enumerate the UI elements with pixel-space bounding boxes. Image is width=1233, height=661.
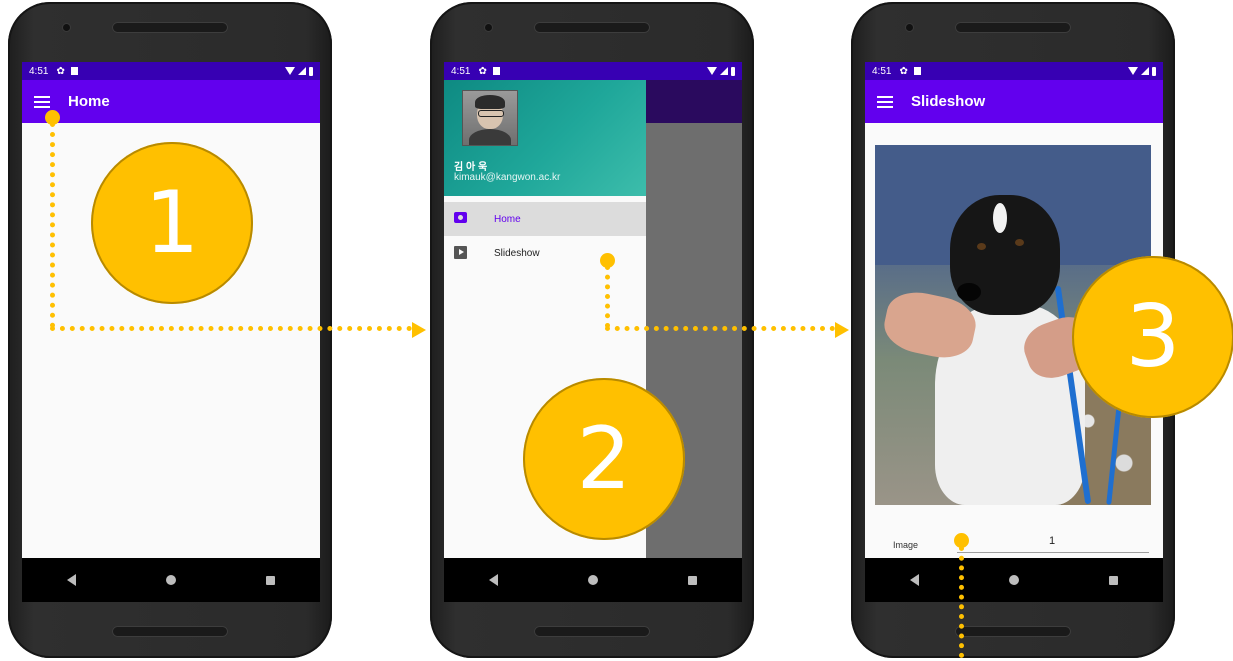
status-bar: 4:51 ✿: [865, 62, 1163, 80]
earpiece-speaker: [534, 22, 650, 33]
drawer-item-label: Home: [494, 213, 521, 225]
status-time: 4:51: [29, 65, 49, 77]
front-camera: [906, 24, 913, 31]
image-value[interactable]: 1: [1049, 535, 1055, 547]
step-1-number: 1: [144, 173, 200, 273]
drawer-item-home[interactable]: Home: [444, 202, 646, 236]
step-3-badge: 3: [1072, 256, 1233, 418]
system-nav-bar: [22, 558, 320, 602]
system-nav-bar: [444, 558, 742, 602]
hamburger-menu-icon[interactable]: [34, 95, 50, 108]
user-name: 김 아 욱: [454, 162, 488, 173]
step-3-number: 3: [1125, 287, 1181, 387]
page-title: Slideshow: [911, 93, 986, 110]
input-underline: [957, 552, 1149, 553]
user-email: kimauk@kangwon.ac.kr: [454, 172, 561, 183]
recents-icon[interactable]: [1109, 575, 1118, 585]
signal-icon: [298, 67, 306, 75]
step-1-badge: 1: [91, 142, 253, 304]
home-icon[interactable]: [588, 575, 598, 585]
battery-icon: [1152, 66, 1156, 76]
drawer-item-label: Slideshow: [494, 247, 540, 259]
back-icon[interactable]: [489, 574, 498, 586]
annotation-line-2-horizontal: [605, 326, 835, 331]
annotation-line-3-vertical: [959, 546, 964, 658]
recents-icon[interactable]: [266, 575, 275, 585]
drawer-item-slideshow[interactable]: Slideshow: [444, 236, 646, 270]
wifi-icon: [285, 67, 295, 75]
avatar: [462, 90, 518, 146]
status-bar: 4:51 ✿: [22, 62, 320, 80]
bottom-speaker: [955, 626, 1071, 637]
earpiece-speaker: [112, 22, 228, 33]
image-label: Image: [893, 540, 919, 550]
signal-icon: [1141, 67, 1149, 75]
status-time: 4:51: [872, 65, 892, 77]
arrow-1-head: [412, 322, 426, 338]
annotation-line-1-horizontal: [50, 326, 412, 331]
battery-icon: [309, 66, 313, 76]
front-camera: [485, 24, 492, 31]
bottom-speaker: [112, 626, 228, 637]
annotation-line-2-vertical: [605, 265, 610, 328]
annotation-line-1-vertical: [50, 122, 55, 328]
wifi-icon: [1128, 67, 1138, 75]
sd-card-icon: [492, 67, 500, 75]
hamburger-menu-icon[interactable]: [877, 95, 893, 108]
app-bar: Home: [22, 80, 320, 123]
bottom-speaker: [534, 626, 650, 637]
front-camera: [63, 24, 70, 31]
settings-icon: ✿: [478, 65, 487, 77]
sd-card-icon: [913, 67, 921, 75]
recents-icon[interactable]: [688, 575, 697, 585]
camera-icon: [454, 212, 467, 223]
step-2-number: 2: [576, 409, 632, 509]
back-icon[interactable]: [67, 574, 76, 586]
signal-icon: [720, 67, 728, 75]
app-bar: Slideshow: [865, 80, 1163, 123]
settings-icon: ✿: [56, 65, 65, 77]
battery-icon: [731, 66, 735, 76]
status-bar: 4:51 ✿: [444, 62, 742, 80]
wifi-icon: [707, 67, 717, 75]
back-icon[interactable]: [910, 574, 919, 586]
arrow-2-head: [835, 322, 849, 338]
system-nav-bar: [865, 558, 1163, 602]
home-icon[interactable]: [166, 575, 176, 585]
step-2-badge: 2: [523, 378, 685, 540]
drawer-header: 김 아 욱 kimauk@kangwon.ac.kr: [444, 80, 646, 196]
slideshow-icon: [454, 246, 467, 259]
status-time: 4:51: [451, 65, 471, 77]
settings-icon: ✿: [899, 65, 908, 77]
home-icon[interactable]: [1009, 575, 1019, 585]
page-title: Home: [68, 93, 110, 110]
earpiece-speaker: [955, 22, 1071, 33]
sd-card-icon: [70, 67, 78, 75]
